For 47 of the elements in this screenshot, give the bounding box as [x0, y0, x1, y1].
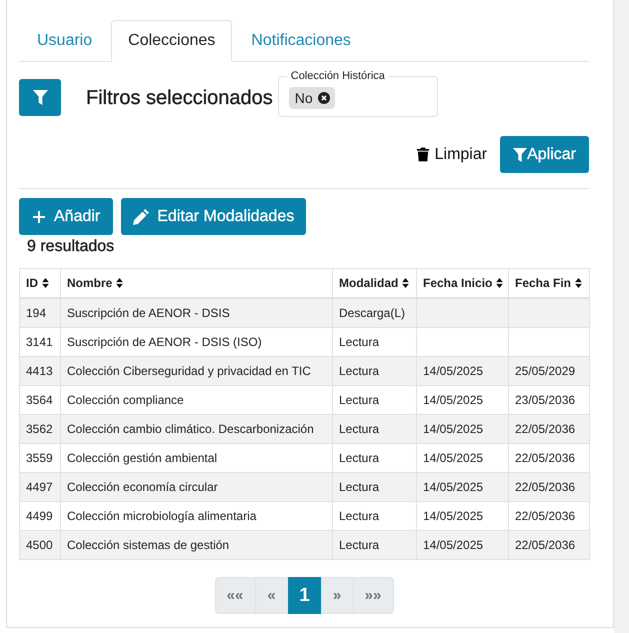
filters-title: Filtros seleccionados	[86, 86, 273, 110]
field-label: Colección Histórica	[290, 70, 386, 83]
table-cell: 14/05/2025	[416, 472, 508, 502]
close-icon	[318, 92, 330, 104]
table-cell: 14/05/2025	[416, 530, 508, 560]
trash-icon	[416, 147, 429, 162]
table-cell: Lectura	[332, 356, 416, 386]
clear-button[interactable]: Limpiar	[414, 136, 490, 173]
table-cell: 4497	[20, 472, 60, 502]
tab[interactable]: Usuario	[20, 20, 110, 62]
first-page-button[interactable]: ««	[214, 577, 256, 614]
table-cell: Lectura	[332, 472, 416, 502]
table-cell: Suscripción de AENOR - DSIS	[60, 298, 332, 328]
table-cell: 22/05/2036	[508, 530, 590, 560]
table-cell: Colección economía circular	[60, 472, 332, 502]
page-button[interactable]: 1	[288, 577, 322, 614]
last-page-button[interactable]: »»	[352, 577, 394, 614]
table-cell: 22/05/2036	[508, 414, 590, 444]
filter-field[interactable]: Colección Histórica No	[278, 70, 438, 117]
table-cell: Lectura	[332, 414, 416, 444]
next-page-button[interactable]: »	[320, 577, 354, 614]
apply-button[interactable]: Aplicar	[500, 136, 589, 173]
filter-toggle-button[interactable]	[19, 79, 61, 116]
edit-button[interactable]: Editar Modalidades	[121, 198, 306, 235]
filter-chip[interactable]: No	[288, 87, 335, 109]
table-cell: 22/05/2036	[508, 472, 590, 502]
table-cell: 4500	[20, 530, 60, 560]
table-cell: 14/05/2025	[416, 356, 508, 386]
table-cell: 14/05/2025	[416, 414, 508, 444]
filter-icon	[32, 90, 48, 105]
table-cell: Colección Ciberseguridad y privacidad en TIC	[60, 356, 332, 386]
add-button[interactable]: Añadir	[19, 198, 114, 235]
table-cell: Descarga(L)	[332, 298, 416, 328]
filter-icon	[513, 148, 528, 162]
result-count: 9 resultados	[27, 237, 114, 257]
table-cell: Lectura	[332, 530, 416, 560]
table-cell: 4413	[20, 356, 60, 386]
tab[interactable]: Notificaciones	[234, 20, 368, 62]
pencil-icon	[133, 208, 150, 224]
table-cell: 194	[20, 298, 60, 328]
plus-icon	[33, 210, 45, 222]
table-cell: 3562	[20, 414, 60, 444]
table-cell: 25/05/2029	[508, 356, 590, 386]
table-cell: Colección sistemas de gestión	[60, 530, 332, 560]
tab[interactable]: Colecciones	[111, 20, 232, 62]
table-cell: Colección cambio climático. Descarbonización	[60, 414, 332, 444]
previous-page-button[interactable]: «	[254, 577, 288, 614]
